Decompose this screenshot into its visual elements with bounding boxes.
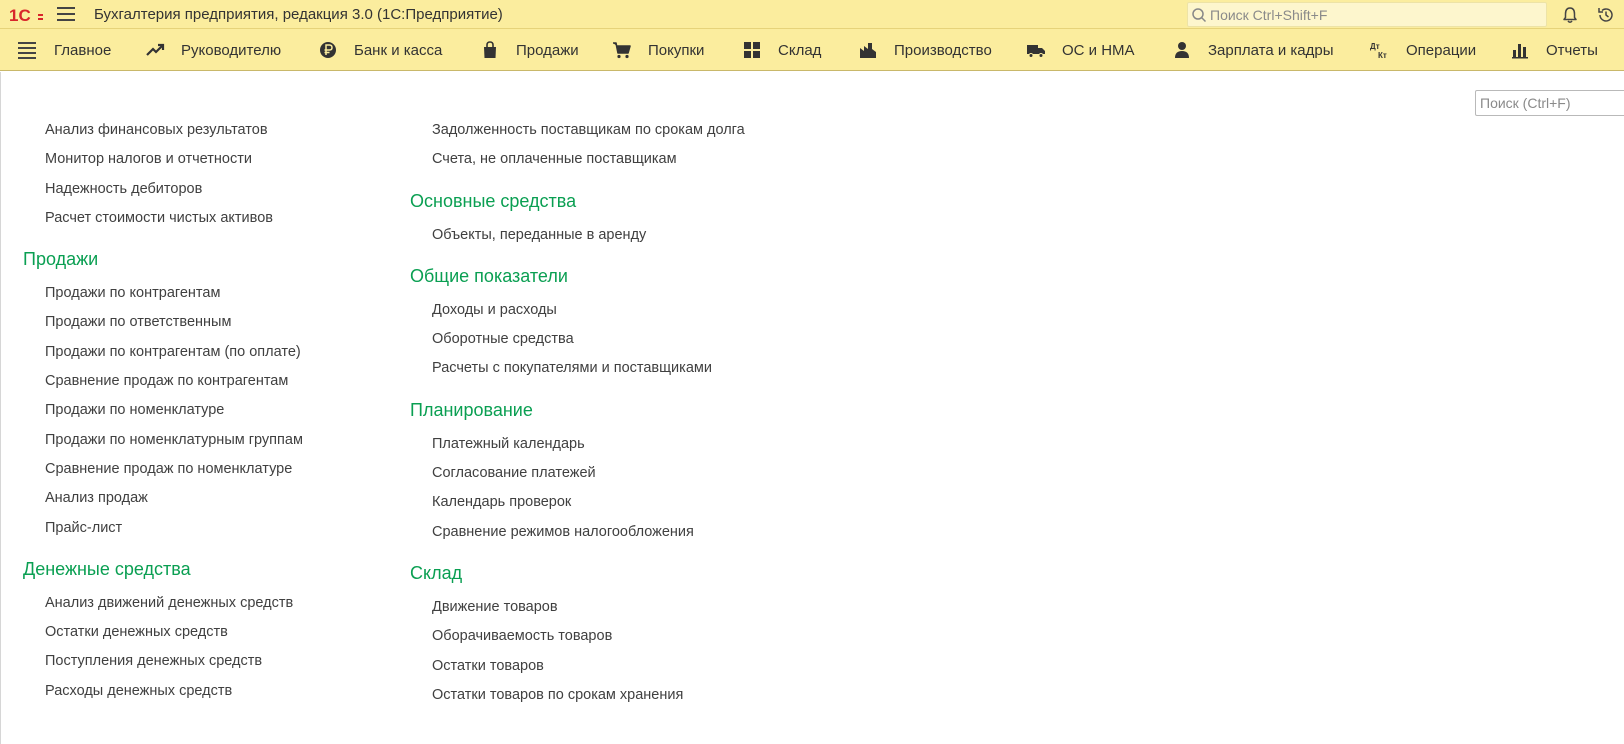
group-title-fixed-assets[interactable]: Основные средства: [410, 181, 910, 221]
report-link[interactable]: Сравнение режимов налогообложения: [410, 518, 910, 547]
warehouse-grid-icon: [744, 42, 760, 58]
report-link[interactable]: Объекты, переданные в аренду: [410, 221, 910, 250]
svg-text:Кт: Кт: [1378, 51, 1387, 60]
report-link[interactable]: Сравнение продаж по номенклатуре: [23, 455, 393, 484]
report-link[interactable]: Монитор налогов и отчетности: [23, 145, 393, 174]
column-right: Задолженность поставщикам по срокам долг…: [410, 116, 910, 710]
report-link[interactable]: Оборотные средства: [410, 325, 910, 354]
shopping-bag-icon: [484, 41, 496, 58]
section-salary[interactable]: Зарплата и кадры: [1172, 29, 1334, 71]
report-link[interactable]: Надежность дебиторов: [23, 175, 393, 204]
sections-menu-icon[interactable]: [18, 42, 36, 59]
report-link[interactable]: Продажи по ответственным: [23, 308, 393, 337]
factory-icon: [860, 43, 876, 58]
section-warehouse[interactable]: Склад: [742, 29, 821, 71]
report-link[interactable]: Платежный календарь: [410, 430, 910, 459]
logo-text: 1С: [9, 6, 31, 25]
report-link[interactable]: Согласование платежей: [410, 459, 910, 488]
report-link[interactable]: Остатки товаров: [410, 652, 910, 681]
report-link[interactable]: Доходы и расходы: [410, 296, 910, 325]
history-icon[interactable]: [1596, 5, 1616, 25]
report-link[interactable]: Оборачиваемость товаров: [410, 622, 910, 651]
section-label: Операции: [1406, 41, 1477, 59]
report-link[interactable]: Расчеты с покупателями и поставщиками: [410, 354, 910, 383]
report-link[interactable]: Анализ движений денежных средств: [23, 589, 393, 618]
report-link[interactable]: Счета, не оплаченные поставщикам: [410, 145, 910, 174]
section-reports[interactable]: Отчеты: [1510, 29, 1598, 71]
report-link[interactable]: Календарь проверок: [410, 488, 910, 517]
report-link[interactable]: Анализ финансовых результатов: [23, 116, 393, 145]
column-left: Анализ финансовых результатов Монитор на…: [23, 116, 393, 706]
main-menu-icon[interactable]: [57, 7, 75, 23]
report-link[interactable]: Остатки денежных средств: [23, 618, 393, 647]
section-operations[interactable]: Дт Кт Операции: [1370, 29, 1476, 71]
section-label: Покупки: [648, 41, 705, 59]
truck-icon: [1027, 45, 1045, 58]
trend-up-icon: [146, 43, 165, 56]
section-production[interactable]: Производство: [858, 29, 992, 71]
section-purchases[interactable]: Покупки: [612, 29, 704, 71]
section-panel: Главное Руководителю Банк и касса Продаж…: [0, 29, 1624, 71]
section-label: Зарплата и кадры: [1208, 41, 1334, 59]
section-label: Руководителю: [181, 41, 282, 59]
group-title-general-indicators[interactable]: Общие показатели: [410, 256, 910, 296]
report-link[interactable]: Расчет стоимости чистых активов: [23, 204, 393, 233]
svg-text:Дт: Дт: [1370, 42, 1380, 51]
person-icon: [1175, 42, 1189, 58]
title-bar: 1С Бухгалтерия предприятия, редакция 3.0…: [0, 0, 1624, 29]
report-link[interactable]: Движение товаров: [410, 593, 910, 622]
shopping-cart-icon: [613, 42, 631, 59]
global-search-input[interactable]: [1210, 5, 1540, 25]
bar-chart-icon: [1512, 44, 1528, 59]
bell-icon[interactable]: [1560, 5, 1580, 25]
section-director[interactable]: Руководителю: [145, 29, 281, 71]
search-icon: [1192, 8, 1207, 23]
report-link[interactable]: Поступления денежных средств: [23, 647, 393, 676]
report-link[interactable]: Анализ продаж: [23, 484, 393, 513]
app-title: Бухгалтерия предприятия, редакция 3.0 (1…: [94, 6, 503, 23]
section-label: ОС и НМА: [1062, 41, 1135, 59]
section-label: Главное: [54, 41, 112, 59]
section-fixed-assets[interactable]: ОС и НМА: [1026, 29, 1135, 71]
dt-kt-icon: Дт Кт: [1370, 42, 1387, 60]
logo-1c-icon[interactable]: 1С: [8, 5, 44, 25]
group-title-warehouse[interactable]: Склад: [410, 553, 910, 593]
reports-panel: Анализ финансовых результатов Монитор на…: [0, 72, 1624, 744]
group-title-cash[interactable]: Денежные средства: [23, 549, 393, 589]
report-link[interactable]: Продажи по номенклатурным группам: [23, 426, 393, 455]
section-label: Банк и касса: [354, 41, 443, 59]
section-label: Продажи: [516, 41, 579, 59]
panel-search[interactable]: [1475, 90, 1624, 116]
report-link[interactable]: Продажи по номенклатуре: [23, 396, 393, 425]
global-search[interactable]: [1187, 2, 1547, 27]
report-link[interactable]: Сравнение продаж по контрагентам: [23, 367, 393, 396]
report-link[interactable]: Остатки товаров по срокам хранения: [410, 681, 910, 710]
group-title-planning[interactable]: Планирование: [410, 390, 910, 430]
section-label: Склад: [778, 41, 822, 59]
section-sales[interactable]: Продажи: [480, 29, 579, 71]
section-main[interactable]: Главное: [38, 29, 111, 71]
report-link[interactable]: Расходы денежных средств: [23, 677, 393, 706]
ruble-coin-icon: [320, 42, 336, 58]
section-label: Производство: [894, 41, 992, 59]
report-link[interactable]: Прайс-лист: [23, 514, 393, 543]
section-label: Отчеты: [1546, 41, 1598, 59]
group-title-sales[interactable]: Продажи: [23, 239, 393, 279]
report-link[interactable]: Продажи по контрагентам (по оплате): [23, 338, 393, 367]
report-link[interactable]: Задолженность поставщикам по срокам долг…: [410, 116, 910, 145]
panel-search-input[interactable]: [1480, 94, 1620, 112]
section-bank-cash[interactable]: Банк и касса: [318, 29, 442, 71]
report-link[interactable]: Продажи по контрагентам: [23, 279, 393, 308]
